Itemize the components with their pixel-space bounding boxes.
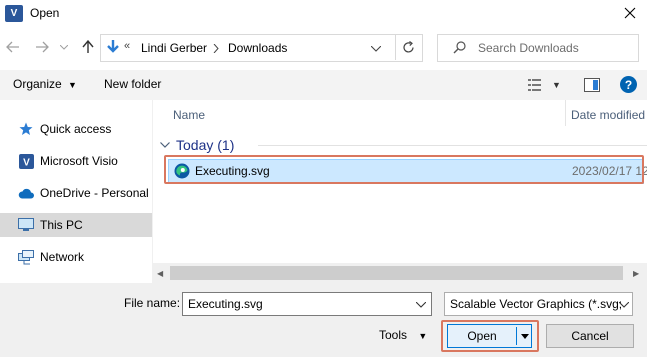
title-bar: V Open (0, 0, 647, 28)
nav-item-quick-access[interactable]: Quick access (0, 117, 152, 141)
download-folder-icon (107, 40, 119, 53)
chevron-down-icon[interactable] (416, 302, 426, 308)
nav-label: Microsoft Visio (40, 154, 118, 168)
visio-app-icon: V (5, 5, 23, 22)
nav-item-network[interactable]: Network (0, 245, 152, 269)
open-button-highlight-box (441, 320, 539, 352)
chevron-down-icon (60, 44, 68, 50)
view-options-caret-icon[interactable]: ▼ (552, 80, 561, 90)
breadcrumb-overflow[interactable]: « (124, 40, 130, 52)
column-header-name[interactable]: Name (173, 108, 205, 122)
breadcrumb-separator-icon (213, 44, 219, 53)
close-button[interactable] (613, 0, 647, 26)
back-button[interactable] (3, 37, 23, 57)
search-placeholder: Search Downloads (478, 41, 579, 55)
refresh-icon (403, 40, 414, 53)
file-type-select[interactable]: Scalable Vector Graphics (*.svg; (444, 292, 633, 316)
chevron-down-icon (619, 302, 629, 308)
forward-button[interactable] (32, 37, 52, 57)
group-label: Today (1) (176, 137, 235, 153)
chevron-down-icon (160, 142, 170, 148)
cancel-label: Cancel (571, 329, 609, 343)
pane-divider (152, 100, 153, 263)
help-icon: ? (620, 76, 637, 93)
tools-label: Tools (379, 328, 408, 342)
caret-down-icon: ▼ (418, 331, 428, 341)
search-input[interactable]: Search Downloads (437, 34, 639, 62)
window-title: Open (30, 6, 60, 20)
close-icon (624, 7, 636, 19)
address-bar[interactable]: « Lindi Gerber Downloads (100, 34, 423, 62)
search-icon (453, 41, 466, 54)
recent-locations-button[interactable] (57, 37, 71, 57)
breadcrumb-downloads[interactable]: Downloads (228, 41, 287, 55)
view-details-icon (528, 79, 541, 91)
cloud-icon (18, 185, 34, 201)
new-folder-button[interactable]: New folder (104, 77, 161, 91)
arrow-right-icon (36, 41, 49, 53)
scroll-left-icon[interactable]: ◀ (157, 269, 163, 278)
address-dropdown-icon[interactable] (371, 46, 381, 52)
pc-icon (18, 217, 34, 233)
help-button[interactable]: ? (620, 76, 637, 93)
caret-down-icon: ▼ (68, 80, 77, 90)
arrow-left-icon (6, 41, 19, 53)
group-header-today[interactable]: Today (1) (160, 134, 234, 156)
svg-text:V: V (23, 157, 30, 168)
nav-label: Network (40, 250, 85, 264)
nav-label: Quick access (40, 122, 112, 136)
tools-button[interactable]: Tools ▼ (379, 328, 427, 342)
nav-item-microsoft-visio[interactable]: V Microsoft Visio (0, 149, 152, 173)
file-name-label: File name: (124, 296, 181, 310)
up-button[interactable] (78, 37, 98, 57)
arrow-up-icon (82, 40, 94, 53)
horizontal-scrollbar[interactable]: ◀ ▶ (152, 263, 647, 283)
toolbar: Organize ▼ New folder ▼ ? (0, 70, 647, 100)
organize-button[interactable]: Organize ▼ (13, 77, 77, 91)
file-name-input[interactable]: Executing.svg (182, 292, 432, 316)
star-icon (18, 121, 34, 137)
preview-pane-button[interactable] (584, 78, 600, 92)
file-name-value: Executing.svg (188, 297, 263, 311)
network-icon (18, 249, 34, 265)
refresh-button[interactable] (395, 34, 421, 60)
nav-item-onedrive[interactable]: OneDrive - Personal (0, 181, 152, 205)
column-divider[interactable] (565, 100, 566, 126)
breadcrumb-lindi-gerber[interactable]: Lindi Gerber (141, 41, 207, 55)
visio-icon: V (18, 153, 34, 169)
nav-label: OneDrive - Personal (40, 186, 149, 200)
column-header-date-modified[interactable]: Date modified (571, 108, 645, 122)
file-row-highlight-box (164, 155, 644, 184)
preview-pane-icon (584, 78, 600, 92)
group-separator (258, 145, 647, 146)
file-type-value: Scalable Vector Graphics (*.svg; (450, 297, 623, 311)
scrollbar-thumb[interactable] (170, 266, 623, 280)
nav-label: This PC (40, 218, 83, 232)
scroll-right-icon[interactable]: ▶ (633, 269, 639, 278)
cancel-button[interactable]: Cancel (546, 324, 634, 348)
svg-text:?: ? (625, 78, 632, 92)
organize-label: Organize (13, 77, 62, 91)
nav-item-this-pc[interactable]: This PC (0, 213, 152, 237)
change-view-button[interactable] (528, 78, 544, 92)
navigation-pane: Quick access V Microsoft Visio OneDrive … (0, 100, 152, 283)
